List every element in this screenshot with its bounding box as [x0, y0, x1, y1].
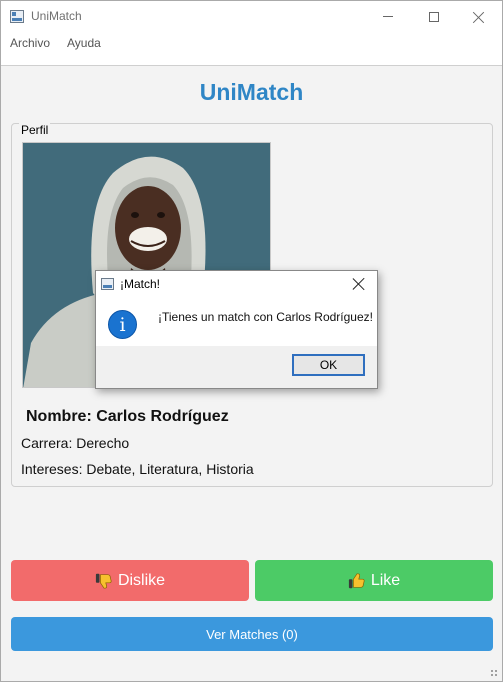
menu-separator [1, 54, 502, 66]
profile-interests: Intereses: Debate, Literatura, Historia [21, 461, 254, 477]
maximize-button[interactable] [411, 1, 457, 32]
menu-bar: Archivo Ayuda [1, 32, 502, 54]
window-title: UniMatch [31, 9, 82, 23]
app-heading: UniMatch [199, 79, 304, 105]
view-matches-label: Ver Matches (0) [206, 626, 298, 642]
menu-archivo[interactable]: Archivo [10, 36, 50, 50]
app-window-icon [10, 10, 24, 23]
dialog-window-icon [101, 278, 114, 290]
profile-career: Carrera: Derecho [21, 435, 130, 451]
dialog-title: ¡Match! [120, 277, 161, 291]
like-label: Like [370, 571, 401, 589]
dialog-body: i ¡Tienes un match con Carlos Rodríguez! [96, 297, 377, 346]
thumbs-down-icon [95, 573, 112, 589]
title-bar: UniMatch [1, 1, 502, 32]
dislike-label: Dislike [117, 571, 166, 589]
view-matches-button[interactable]: Ver Matches (0) [11, 617, 493, 651]
dialog-message: ¡Tienes un match con Carlos Rodríguez! [158, 310, 373, 324]
dislike-button[interactable]: Dislike [11, 560, 249, 601]
like-button[interactable]: Like [255, 560, 493, 601]
close-icon [473, 11, 485, 23]
menu-ayuda[interactable]: Ayuda [67, 36, 101, 50]
info-icon: i [108, 310, 137, 339]
close-button[interactable] [456, 1, 502, 32]
minimize-button[interactable] [365, 1, 411, 32]
dialog-title-bar: ¡Match! [96, 271, 377, 297]
thumbs-up-icon [348, 572, 365, 588]
profile-name: Nombre: Carlos Rodríguez [26, 408, 229, 425]
minimize-icon [383, 16, 393, 17]
dialog-footer: OK [96, 346, 377, 388]
maximize-icon [429, 11, 439, 22]
match-dialog: ¡Match! i ¡Tienes un match con Carlos Ro… [95, 270, 378, 389]
ok-button[interactable]: OK [292, 354, 365, 376]
dialog-close-icon[interactable] [352, 277, 366, 291]
resize-grip[interactable] [490, 669, 498, 677]
profile-group-label: Perfil [19, 123, 51, 137]
